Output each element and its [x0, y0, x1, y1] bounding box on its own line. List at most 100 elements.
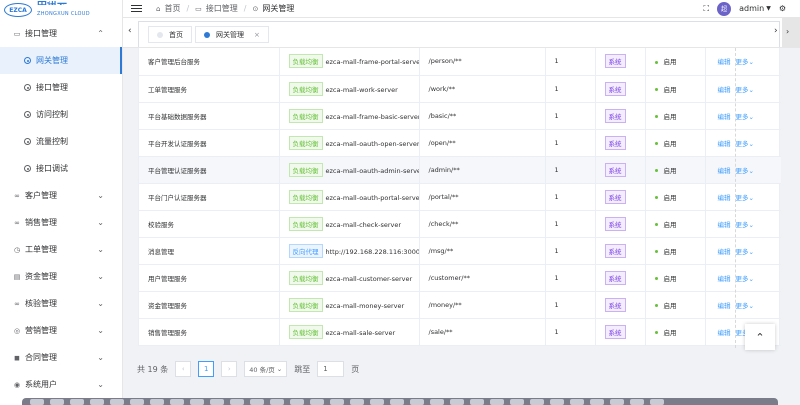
cell-weight: 1	[545, 291, 596, 319]
cell-weight: 1	[545, 237, 596, 265]
cell-target: 负载均衡 ezca-mall-money-server	[279, 291, 420, 319]
chevron-down-icon[interactable]: ⌄	[749, 275, 754, 283]
cell-target: 负载均衡 ezca-mall-customer-server	[279, 264, 420, 292]
user-name[interactable]: admin	[739, 4, 764, 13]
edit-button[interactable]: 编辑	[718, 113, 731, 121]
pagination-total: 共 19 条	[137, 364, 169, 374]
close-icon[interactable]: ×	[254, 31, 260, 39]
more-button[interactable]: 更多	[736, 167, 749, 175]
tab-home[interactable]: 首页	[148, 26, 192, 43]
cell-type: 系统	[595, 129, 646, 157]
edit-button[interactable]: 编辑	[718, 248, 731, 256]
edit-button[interactable]: 编辑	[718, 275, 731, 283]
sidebar-item-gateway[interactable]: 网关管理	[0, 47, 122, 74]
menu-group-marketing[interactable]: ◎ 营销管理 ⌄	[0, 317, 122, 344]
chevron-down-icon[interactable]: ⌄	[749, 113, 754, 121]
table-row: 平台开发认证服务器 负载均衡 ezca-mall-oauth-open-server…	[139, 129, 781, 157]
breadcrumb-current: 网关管理	[262, 4, 295, 13]
edit-button[interactable]: 编辑	[718, 194, 731, 202]
menu-group-sales[interactable]: ∞ 销售管理 ⌄	[0, 209, 122, 236]
chevron-down-icon[interactable]: ⌄	[749, 140, 754, 148]
page-number[interactable]: 1	[198, 361, 215, 377]
cell-name: 客户管理后台服务	[139, 48, 280, 76]
more-button[interactable]: 更多	[736, 248, 749, 256]
cell-status: 启用	[645, 291, 706, 319]
more-button[interactable]: 更多	[736, 221, 749, 229]
sidebar-item-access-control[interactable]: 访问控制	[0, 101, 122, 128]
back-to-top-button[interactable]: ⌃	[745, 324, 775, 350]
tab-gateway[interactable]: 网关管理 ×	[195, 26, 269, 43]
cell-actions: 编辑更多⌄	[705, 156, 781, 184]
route-type-tag: 反向代理	[288, 243, 323, 258]
chevron-down-icon[interactable]: ⌄	[749, 194, 754, 202]
cell-name: 平台开发认证服务器	[139, 129, 280, 157]
caret-down-icon[interactable]: ▼	[766, 5, 771, 12]
chevron-down-icon[interactable]: ⌄	[749, 167, 754, 175]
route-type-tag: 负载均衡	[288, 108, 323, 123]
menu-group-label: 资金管理	[25, 272, 57, 281]
edit-button[interactable]: 编辑	[718, 329, 731, 337]
chevron-down-icon[interactable]: ⌄	[749, 221, 754, 229]
sidebar-item-debug[interactable]: 接口调试	[0, 155, 122, 182]
more-button[interactable]: 更多	[736, 302, 749, 310]
menu-toggle-icon[interactable]	[131, 4, 142, 13]
cell-path: /person/**	[419, 48, 546, 76]
gear-icon[interactable]: ⚙	[779, 4, 786, 13]
menu-group-contract[interactable]: ◼ 合同管理 ⌄	[0, 344, 122, 371]
more-button[interactable]: 更多	[736, 113, 749, 121]
chevron-down-icon: ⌄	[97, 218, 104, 227]
status-text: 启用	[663, 301, 677, 310]
edit-button[interactable]: 编辑	[718, 221, 731, 229]
breadcrumb-home[interactable]: 首页	[164, 3, 180, 14]
menu-group-funds[interactable]: ▤ 资金管理 ⌄	[0, 263, 122, 290]
avatar[interactable]: 超	[717, 1, 732, 16]
cell-actions: 编辑更多⌄	[705, 264, 781, 292]
tab-dot	[157, 31, 163, 38]
chevron-right-icon[interactable]: ›	[786, 27, 789, 36]
cell-status: 启用	[645, 129, 706, 157]
more-button[interactable]: 更多	[736, 140, 749, 148]
menu-group-label: 工单管理	[25, 245, 57, 254]
chevron-down-icon[interactable]: ⌄	[749, 248, 754, 256]
edit-button[interactable]: 编辑	[718, 86, 731, 94]
menu-group-sysuser[interactable]: ◉ 系统用户 ⌄	[0, 371, 122, 398]
cell-actions: 编辑更多⌄	[705, 75, 781, 103]
menu-group-workorder[interactable]: ◷ 工单管理 ⌄	[0, 236, 122, 263]
edit-button[interactable]: 编辑	[718, 140, 731, 148]
menu-group-interface[interactable]: ▭ 接口管理 ⌃	[0, 20, 122, 47]
chevron-down-icon[interactable]: ⌄	[749, 302, 754, 310]
fullscreen-icon[interactable]: ⛶	[704, 4, 710, 14]
link-icon: ∞	[14, 191, 20, 200]
type-tag: 系统	[604, 81, 626, 96]
menu-group-verify[interactable]: ∞ 核验管理 ⌄	[0, 290, 122, 317]
edit-button[interactable]: 编辑	[718, 302, 731, 310]
breadcrumb-interface[interactable]: 接口管理	[206, 3, 238, 14]
more-button[interactable]: 更多	[736, 194, 749, 202]
status-text: 启用	[663, 166, 677, 175]
tab-label: 首页	[169, 30, 183, 39]
chevron-down-icon[interactable]: ⌄	[749, 58, 754, 66]
cell-path: /check/**	[419, 210, 546, 238]
more-button[interactable]: 更多	[736, 275, 749, 283]
menu-group-customer[interactable]: ∞ 客户管理 ⌄	[0, 182, 122, 209]
chevron-down-icon[interactable]: ⌄	[749, 86, 754, 94]
page-size-select[interactable]: 40 条/页 ⌄	[244, 361, 288, 377]
chevron-left-icon[interactable]: ‹	[128, 26, 132, 36]
edit-button[interactable]: 编辑	[718, 167, 731, 175]
cell-status: 启用	[645, 318, 706, 346]
cell-path: /open/**	[419, 129, 546, 157]
sidebar-item-flow-control[interactable]: 流量控制	[0, 128, 122, 155]
cell-status: 启用	[645, 237, 706, 265]
sidebar-item-interface[interactable]: 接口管理	[0, 74, 122, 101]
chevron-right-icon[interactable]: ›	[774, 26, 778, 36]
goto-page-input[interactable]: 1	[317, 361, 345, 377]
status-text: 启用	[663, 220, 677, 229]
chevron-down-icon: ⌄	[97, 245, 104, 254]
type-tag: 系统	[604, 216, 626, 231]
more-button[interactable]: 更多	[736, 86, 749, 94]
next-page-button[interactable]: ›	[221, 361, 238, 377]
prev-page-button[interactable]: ‹	[175, 361, 192, 377]
more-button[interactable]: 更多	[736, 58, 749, 66]
edit-button[interactable]: 编辑	[718, 58, 731, 66]
route-type-tag: 负载均衡	[288, 216, 323, 231]
